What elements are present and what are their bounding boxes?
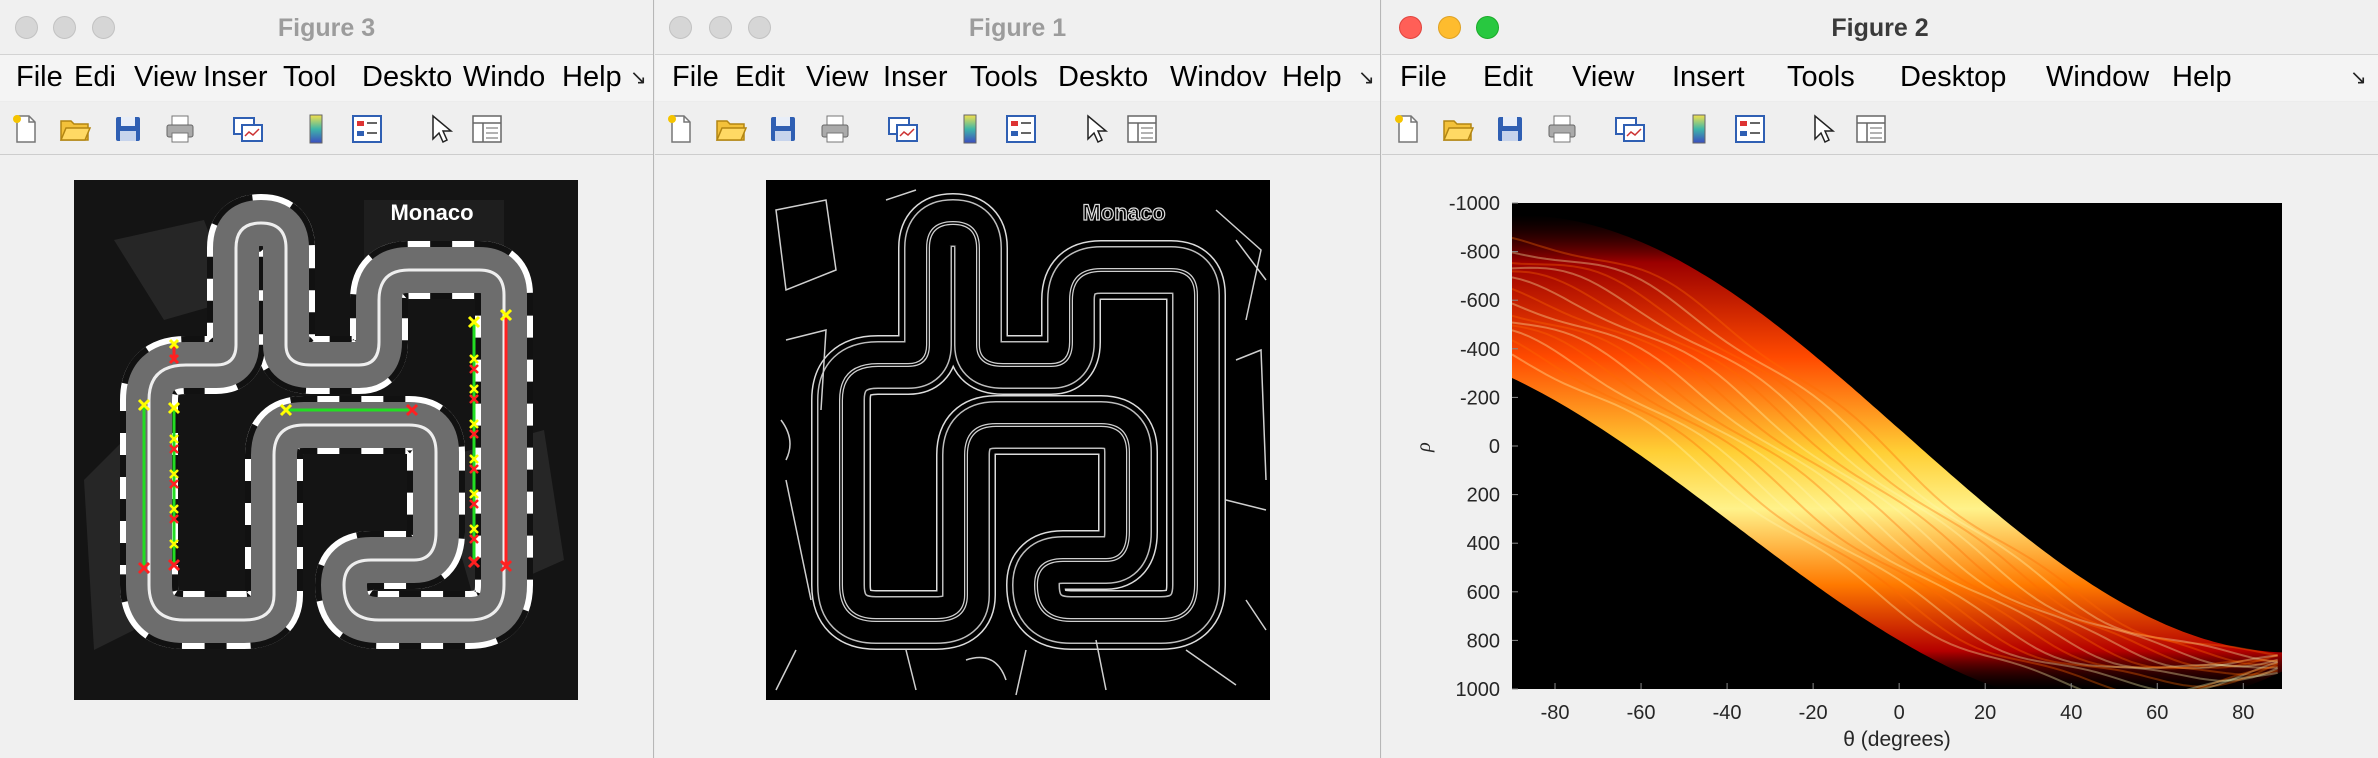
y-tick-label: 0 bbox=[1489, 436, 1500, 458]
insert-legend-icon[interactable] bbox=[1004, 112, 1038, 146]
x-tick-label: 80 bbox=[2232, 702, 2254, 724]
menu-edit[interactable]: Edit bbox=[1483, 61, 1533, 94]
menu-desktop[interactable]: Deskto bbox=[1058, 61, 1148, 94]
toolbar bbox=[0, 102, 653, 155]
figure3-window: Figure 3 File Edi View Inser Tool Deskto… bbox=[0, 0, 654, 758]
menu-file[interactable]: File bbox=[672, 61, 719, 94]
x-tick-label: 0 bbox=[1894, 702, 1905, 724]
menu-help[interactable]: Help bbox=[1282, 61, 1342, 94]
menu-view[interactable]: View bbox=[134, 61, 196, 94]
menu-edit[interactable]: Edit bbox=[735, 61, 785, 94]
print-icon[interactable] bbox=[1545, 112, 1579, 146]
menu-tools[interactable]: Tools bbox=[1787, 61, 1855, 94]
menu-file[interactable]: File bbox=[16, 61, 63, 94]
open-file-icon[interactable] bbox=[714, 112, 748, 146]
window-title: Figure 2 bbox=[1831, 14, 1929, 42]
y-tick-label: -800 bbox=[1460, 242, 1500, 264]
menu-overflow-icon[interactable]: ↘ bbox=[2350, 65, 2367, 90]
x-tick-label: -40 bbox=[1713, 702, 1742, 724]
y-tick-label: 800 bbox=[1467, 630, 1500, 652]
menu-tools[interactable]: Tools bbox=[970, 61, 1038, 94]
property-inspector-icon[interactable] bbox=[1125, 112, 1159, 146]
open-file-icon[interactable] bbox=[1441, 112, 1475, 146]
menu-desktop[interactable]: Deskto bbox=[362, 61, 452, 94]
y-tick-label: -600 bbox=[1460, 290, 1500, 312]
new-figure-icon[interactable] bbox=[663, 112, 697, 146]
menu-insert[interactable]: Inser bbox=[883, 61, 947, 94]
y-tick-label: -200 bbox=[1460, 387, 1500, 409]
y-tick-label: -1000 bbox=[1449, 193, 1500, 215]
print-icon[interactable] bbox=[163, 112, 197, 146]
figure1-window: Figure 1 File Edit View Inser Tools Desk… bbox=[655, 0, 1381, 758]
x-tick-label: -80 bbox=[1541, 702, 1570, 724]
menu-overflow-icon[interactable]: ↘ bbox=[1358, 65, 1375, 90]
link-plot-icon[interactable] bbox=[231, 112, 265, 146]
figure-canvas: Monaco bbox=[0, 155, 653, 758]
open-file-icon[interactable] bbox=[58, 112, 92, 146]
figure-canvas: Monaco bbox=[655, 155, 1380, 758]
edit-plot-icon[interactable] bbox=[422, 112, 456, 146]
link-plot-icon[interactable] bbox=[886, 112, 920, 146]
x-tick-label: -20 bbox=[1799, 702, 1828, 724]
save-icon[interactable] bbox=[766, 112, 800, 146]
edit-plot-icon[interactable] bbox=[1804, 112, 1838, 146]
x-tick-label: 40 bbox=[2060, 702, 2082, 724]
new-figure-icon[interactable] bbox=[1390, 112, 1424, 146]
y-tick-label: -400 bbox=[1460, 339, 1500, 361]
x-tick-label: 20 bbox=[1974, 702, 1996, 724]
menu-tools[interactable]: Tool bbox=[283, 61, 336, 94]
hough-transform-plot: -1000-800-600-400-20002004006008001000-8… bbox=[1413, 193, 2282, 751]
menu-help[interactable]: Help bbox=[562, 61, 622, 94]
menu-overflow-icon[interactable]: ↘ bbox=[630, 65, 647, 90]
insert-legend-icon[interactable] bbox=[350, 112, 384, 146]
edge-detection-image: Monaco bbox=[766, 180, 1270, 700]
menu-view[interactable]: View bbox=[806, 61, 868, 94]
menu-bar: File Edit View Inser Tools Deskto Windov… bbox=[655, 55, 1380, 101]
menu-view[interactable]: View bbox=[1572, 61, 1634, 94]
menu-file[interactable]: File bbox=[1400, 61, 1447, 94]
property-inspector-icon[interactable] bbox=[1854, 112, 1888, 146]
y-tick-label: 600 bbox=[1467, 582, 1500, 604]
menu-window[interactable]: Windo bbox=[463, 61, 545, 94]
menu-window[interactable]: Window bbox=[2046, 61, 2149, 94]
menu-help[interactable]: Help bbox=[2172, 61, 2232, 94]
monaco-track-image: Monaco bbox=[74, 180, 578, 700]
menu-desktop[interactable]: Desktop bbox=[1900, 61, 2006, 94]
figure2-window: Figure 2 File Edit View Insert Tools Des… bbox=[1382, 0, 2378, 758]
window-title: Figure 3 bbox=[277, 14, 376, 42]
y-tick-label: 400 bbox=[1467, 533, 1500, 555]
insert-colorbar-icon[interactable] bbox=[299, 112, 333, 146]
insert-legend-icon[interactable] bbox=[1733, 112, 1767, 146]
track-title-edges: Monaco bbox=[1082, 200, 1165, 225]
property-inspector-icon[interactable] bbox=[470, 112, 504, 146]
toolbar bbox=[655, 102, 1380, 155]
title-bar[interactable]: Figure 1 bbox=[655, 0, 1380, 55]
menu-edit[interactable]: Edi bbox=[74, 61, 116, 94]
figure-canvas: -1000 -800 -600 -400 -200 0 200 400 600 800 1000 -8… bbox=[1382, 155, 2378, 758]
print-icon[interactable] bbox=[818, 112, 852, 146]
y-tick-label: 1000 bbox=[1456, 679, 1501, 701]
new-figure-icon[interactable] bbox=[8, 112, 42, 146]
insert-colorbar-icon[interactable] bbox=[953, 112, 987, 146]
track-title: Monaco bbox=[390, 200, 473, 225]
title-bar[interactable]: Figure 2 bbox=[1382, 0, 2378, 55]
x-tick-label: -60 bbox=[1627, 702, 1656, 724]
save-icon[interactable] bbox=[111, 112, 145, 146]
menu-insert[interactable]: Insert bbox=[1672, 61, 1745, 94]
menu-bar: File Edit View Insert Tools Desktop Wind… bbox=[1382, 55, 2378, 101]
edit-plot-icon[interactable] bbox=[1077, 112, 1111, 146]
x-tick-label: 60 bbox=[2146, 702, 2168, 724]
menu-window[interactable]: Windov bbox=[1170, 61, 1267, 94]
insert-colorbar-icon[interactable] bbox=[1682, 112, 1716, 146]
window-title: Figure 1 bbox=[968, 14, 1067, 42]
y-axis-label: ρ bbox=[1413, 442, 1435, 453]
toolbar bbox=[1382, 102, 2378, 155]
title-bar[interactable]: Figure 3 bbox=[0, 0, 653, 55]
save-icon[interactable] bbox=[1493, 112, 1527, 146]
menu-bar: File Edi View Inser Tool Deskto Windo He… bbox=[0, 55, 653, 101]
link-plot-icon[interactable] bbox=[1613, 112, 1647, 146]
x-axis-label: θ (degrees) bbox=[1843, 728, 1950, 751]
y-tick-label: 200 bbox=[1467, 485, 1500, 507]
menu-insert[interactable]: Inser bbox=[203, 61, 267, 94]
